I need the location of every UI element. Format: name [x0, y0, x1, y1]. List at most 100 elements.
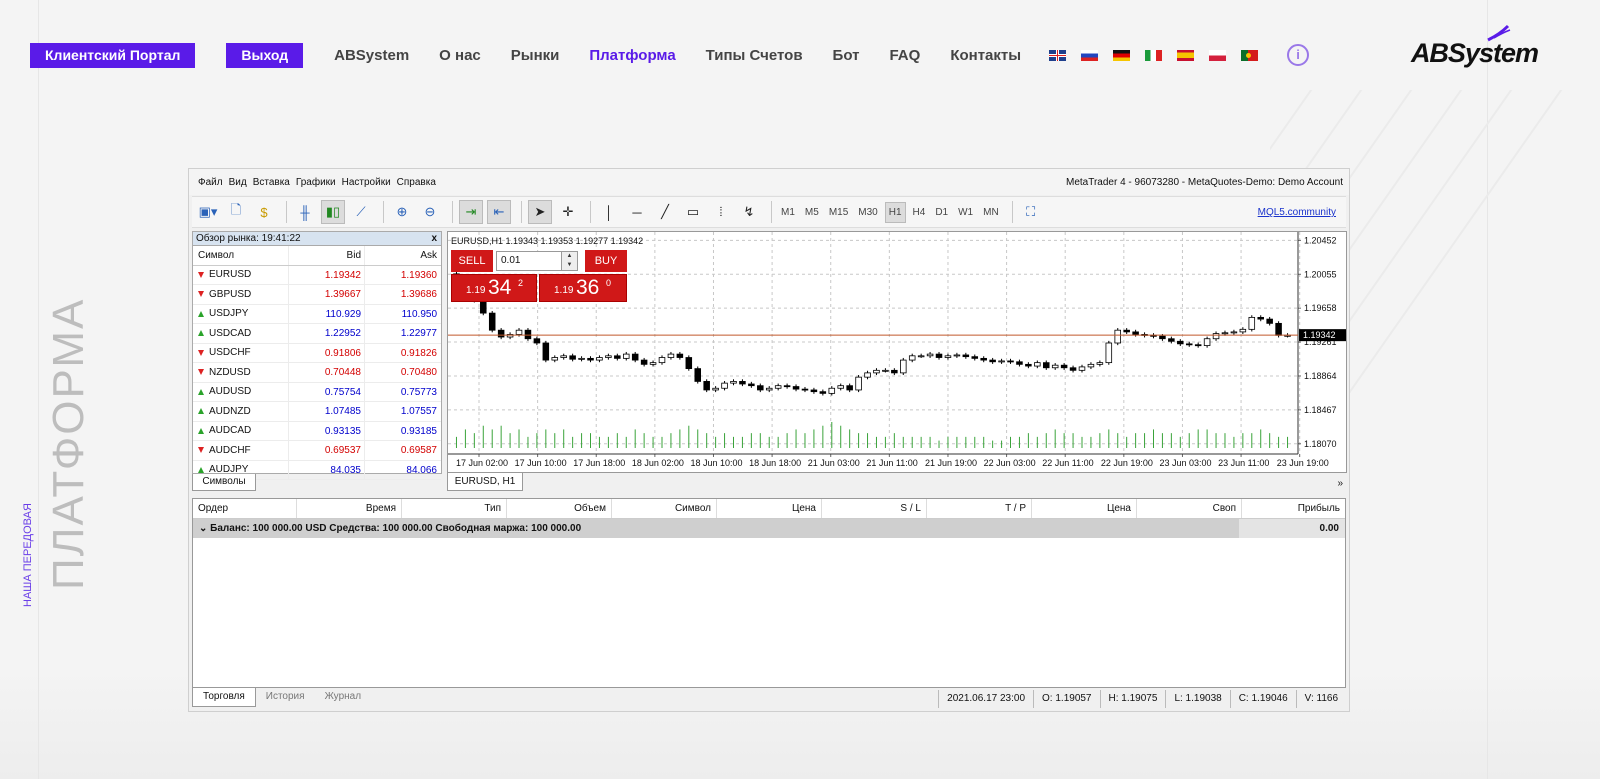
volume-input[interactable]: 0.01 ▲ ▼ [496, 251, 578, 271]
menu-help[interactable]: Справка [397, 177, 436, 188]
price-chart[interactable]: 17 Jun 02:00 17 Jun 10:00 17 Jun 18:00 18 J… [447, 231, 1347, 473]
menu-settings[interactable]: Настройки [342, 177, 391, 188]
candle-body [1069, 367, 1077, 371]
col-volume[interactable]: Объем [507, 499, 612, 518]
timeframe-h4[interactable]: H4 [910, 203, 929, 222]
market-watch-row[interactable]: EURUSD 1.19342 1.19360 [193, 265, 441, 285]
col-time[interactable]: Время [297, 499, 402, 518]
vertical-line-icon[interactable]: │ [597, 200, 621, 224]
balance-row[interactable]: ⌄ Баланс: 100 000.00 USD Средства: 100 0… [193, 519, 1345, 538]
exit-button[interactable]: Выход [226, 42, 304, 68]
ask-header[interactable]: Ask [365, 246, 441, 265]
volume-stepper[interactable]: ▲ ▼ [561, 252, 577, 270]
symbol-header[interactable]: Символ [193, 246, 289, 265]
timeframe-d1[interactable]: D1 [932, 203, 951, 222]
nav-platform[interactable]: Платформа [589, 47, 675, 64]
tab-trade[interactable]: Торговля [192, 688, 256, 707]
close-icon[interactable]: x [431, 232, 437, 246]
tab-symbols[interactable]: Символы [192, 474, 256, 491]
nav-faq[interactable]: FAQ [889, 47, 920, 64]
de-flag-icon[interactable] [1113, 49, 1131, 61]
buy-price[interactable]: 1.19 36 0 [539, 274, 627, 302]
elliott-icon[interactable]: ↯ [737, 200, 761, 224]
col-tp[interactable]: T / P [927, 499, 1032, 518]
pl-flag-icon[interactable] [1209, 49, 1227, 61]
market-watch-row[interactable]: GBPUSD 1.39667 1.39686 [193, 285, 441, 305]
info-icon[interactable]: i [1287, 44, 1310, 66]
ru-flag-icon[interactable] [1081, 49, 1099, 61]
tab-journal[interactable]: Журнал [315, 688, 372, 707]
timeframe-mn[interactable]: MN [980, 203, 1002, 222]
tab-eurusd-h1[interactable]: EURUSD, H1 [447, 473, 523, 491]
cursor-icon[interactable]: ➤ [528, 200, 552, 224]
auto-scroll-icon[interactable]: ⇥ [459, 200, 483, 224]
col-price[interactable]: Цена [717, 499, 822, 518]
candle-body [658, 357, 666, 364]
new-chart-icon[interactable]: ▣▾ [196, 200, 220, 224]
market-watch-icon[interactable]: $ [252, 200, 276, 224]
x-tick-label: 21 Jun 03:00 [808, 458, 860, 468]
it-flag-icon[interactable] [1145, 49, 1163, 61]
menu-insert[interactable]: Вставка [253, 177, 290, 188]
timeframe-m1[interactable]: M1 [778, 203, 798, 222]
nav-absystem[interactable]: ABSystem [334, 47, 409, 64]
market-watch-row[interactable]: USDCAD 1.22952 1.22977 [193, 324, 441, 344]
tab-history[interactable]: История [256, 688, 315, 707]
zoom-out-icon[interactable]: ⊖ [418, 200, 442, 224]
menu-charts[interactable]: Графики [296, 177, 336, 188]
sell-price[interactable]: 1.19 34 2 [451, 274, 537, 302]
timeframe-m30[interactable]: M30 [855, 203, 880, 222]
candle-body [953, 354, 961, 357]
timeframe-w1[interactable]: W1 [955, 203, 976, 222]
market-watch-row[interactable]: NZDUSD 0.70448 0.70480 [193, 363, 441, 383]
nav-bot[interactable]: Бот [833, 47, 860, 64]
market-watch-row[interactable]: AUDCAD 0.93135 0.93185 [193, 421, 441, 441]
nav-account-types[interactable]: Типы Счетов [706, 47, 803, 64]
col-order[interactable]: Ордер [193, 499, 297, 518]
market-watch-row[interactable]: AUDNZD 1.07485 1.07557 [193, 402, 441, 422]
mql5-community-link[interactable]: MQL5.community [1258, 207, 1336, 218]
col-sl[interactable]: S / L [822, 499, 927, 518]
nav-contacts[interactable]: Контакты [950, 47, 1021, 64]
menu-view[interactable]: Вид [229, 177, 247, 188]
timeframe-m15[interactable]: M15 [826, 203, 851, 222]
col-profit[interactable]: Прибыль [1242, 499, 1345, 518]
col-price-current[interactable]: Цена [1032, 499, 1137, 518]
menu-file[interactable]: Файл [198, 177, 223, 188]
candle-body [1078, 366, 1086, 371]
nav-about[interactable]: О нас [439, 47, 481, 64]
bar-chart-icon[interactable]: ╫ [293, 200, 317, 224]
crosshair-icon[interactable]: ✛ [556, 200, 580, 224]
es-flag-icon[interactable] [1177, 49, 1195, 61]
bid-header[interactable]: Bid [289, 246, 365, 265]
absystem-logo[interactable]: ABSystem [1411, 38, 1539, 69]
col-type[interactable]: Тип [402, 499, 507, 518]
market-watch-row[interactable]: AUDCHF 0.69537 0.69587 [193, 441, 441, 461]
pt-flag-icon[interactable] [1241, 49, 1259, 61]
market-watch-row[interactable]: USDCHF 0.91806 0.91826 [193, 343, 441, 363]
profiles-icon[interactable]: 🗋 [224, 200, 248, 224]
zoom-in-icon[interactable]: ⊕ [390, 200, 414, 224]
timeframe-m5[interactable]: M5 [802, 203, 822, 222]
horizontal-line-icon[interactable]: ─ [625, 200, 649, 224]
text-label-icon[interactable]: ▭ [681, 200, 705, 224]
col-swap[interactable]: Своп [1137, 499, 1242, 518]
candle-body [971, 356, 979, 359]
fullscreen-icon[interactable]: ⛶ [1019, 200, 1043, 224]
line-chart-icon[interactable]: ⟋ [349, 200, 373, 224]
timeframe-h1[interactable]: H1 [884, 201, 906, 223]
client-portal-button[interactable]: Клиентский Портал [30, 42, 196, 68]
ask-cell: 84.066 [406, 464, 437, 476]
buy-button[interactable]: BUY [585, 250, 627, 272]
col-symbol[interactable]: Символ [612, 499, 717, 518]
tabs-scroll-icon[interactable]: » [1337, 478, 1343, 489]
nav-markets[interactable]: Рынки [511, 47, 560, 64]
trendline-icon[interactable]: ╱ [653, 200, 677, 224]
candlestick-icon[interactable]: ▮▯ [321, 200, 345, 224]
market-watch-row[interactable]: AUDUSD 0.75754 0.75773 [193, 382, 441, 402]
chart-shift-icon[interactable]: ⇤ [487, 200, 511, 224]
sell-button[interactable]: SELL [451, 250, 493, 272]
uk-flag-icon[interactable] [1049, 49, 1067, 61]
fibonacci-icon[interactable]: ⦙ [709, 200, 733, 224]
market-watch-row[interactable]: USDJPY 110.929 110.950 [193, 304, 441, 324]
